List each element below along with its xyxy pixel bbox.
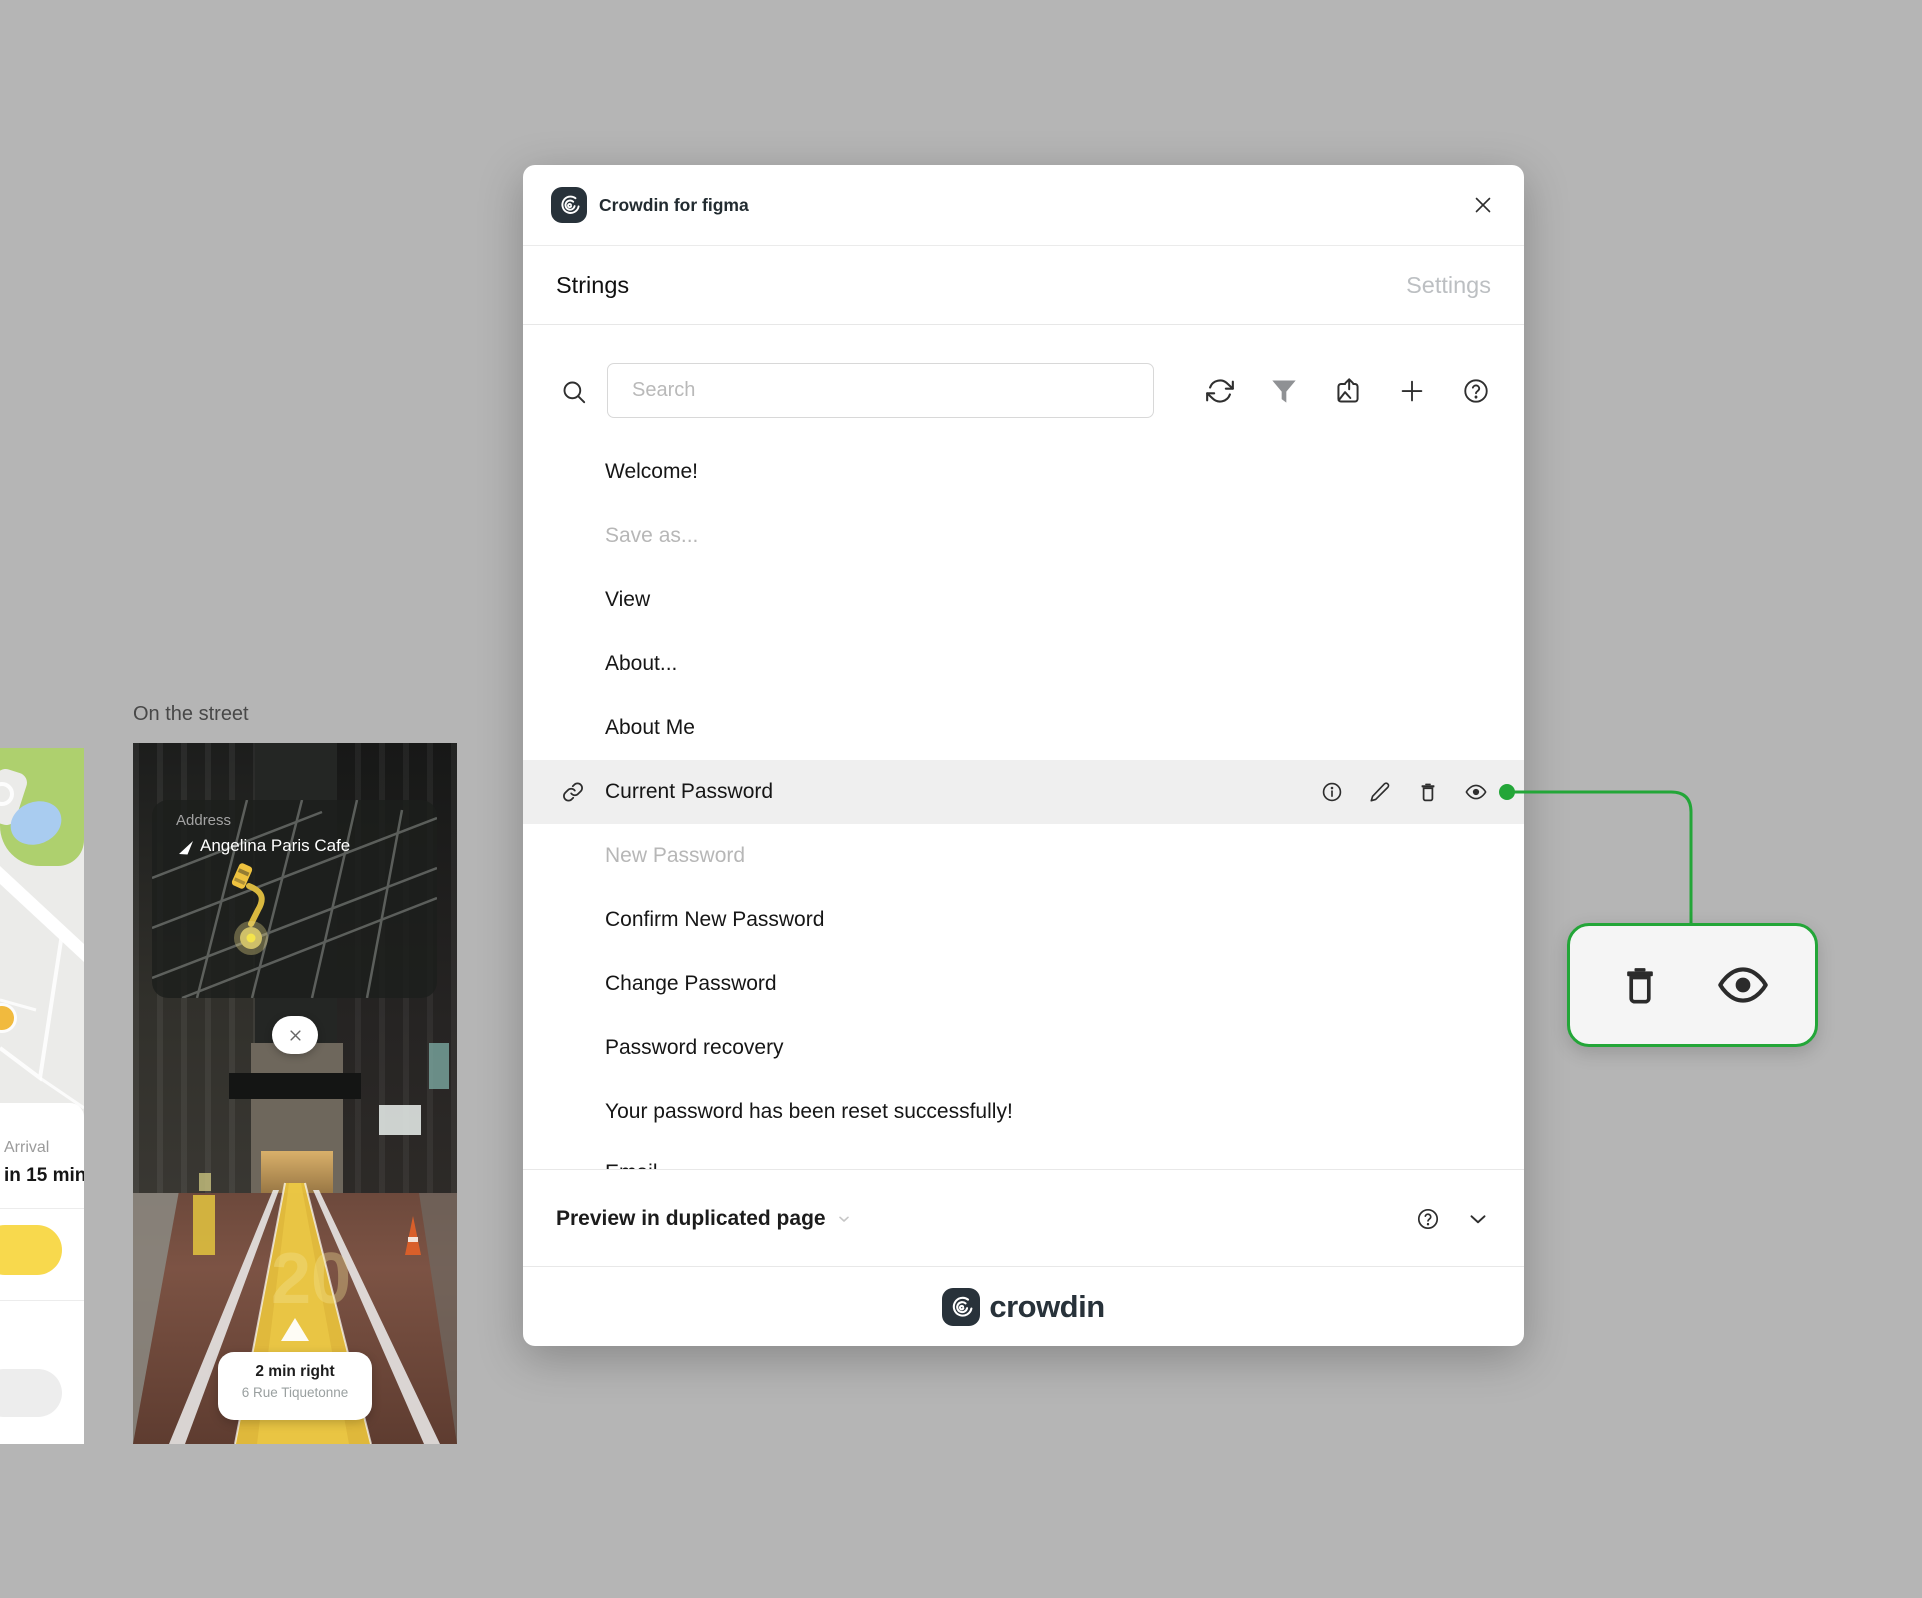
string-label: Confirm New Password xyxy=(605,908,825,931)
string-label: About Me xyxy=(605,716,695,739)
divider xyxy=(0,1208,84,1209)
filter-icon xyxy=(1272,380,1296,403)
string-label: Welcome! xyxy=(605,460,698,483)
search-icon xyxy=(560,378,587,410)
street-frame: 20 Address Angelina Paris Cafe 2 min rig… xyxy=(133,743,457,1444)
help-button[interactable] xyxy=(1460,375,1492,407)
close-icon xyxy=(289,1029,301,1041)
plus-icon xyxy=(1401,380,1423,402)
info-icon xyxy=(1322,782,1342,802)
add-string-button[interactable] xyxy=(1396,375,1428,407)
preview-toggle[interactable]: Preview in duplicated page xyxy=(556,1170,852,1268)
tab-strings[interactable]: Strings xyxy=(556,246,629,325)
help-icon xyxy=(1464,379,1488,403)
navigation-arrow-icon xyxy=(178,840,194,861)
map-frame: Arrival in 15 min xyxy=(0,748,84,1444)
list-item[interactable]: Change Password xyxy=(523,952,1524,1016)
string-label: New Password xyxy=(605,844,746,867)
list-item[interactable]: View xyxy=(523,568,1524,632)
plugin-title: Crowdin for figma xyxy=(599,195,749,215)
plugin-tabs: Strings Settings xyxy=(523,246,1524,325)
filter-button[interactable] xyxy=(1268,375,1300,407)
link-icon xyxy=(562,781,584,803)
crowdin-wordmark: crowdin xyxy=(989,1288,1105,1324)
string-label: Change Password xyxy=(605,972,777,995)
help-icon xyxy=(1417,1208,1439,1230)
delete-button[interactable] xyxy=(1417,781,1439,803)
tab-settings[interactable]: Settings xyxy=(1406,246,1491,325)
string-label: View xyxy=(605,588,651,611)
string-label: Current Password xyxy=(605,780,774,803)
arrival-card: Arrival in 15 min xyxy=(0,1103,84,1444)
list-item[interactable]: Confirm New Password xyxy=(523,888,1524,952)
pencil-icon xyxy=(1370,782,1390,802)
direction-subtitle: 6 Rue Tiquetonne xyxy=(241,1385,349,1400)
eye-icon xyxy=(1465,784,1487,800)
frame-title[interactable]: On the street xyxy=(133,703,249,726)
traffic-cone-band xyxy=(408,1237,418,1242)
delete-button[interactable] xyxy=(1617,962,1663,1008)
minimap-grid xyxy=(152,800,437,998)
ar-distance-number: 20 xyxy=(271,1239,351,1319)
export-image-button[interactable] xyxy=(1332,375,1364,407)
chevron-down-icon xyxy=(1470,1215,1486,1224)
sync-button[interactable] xyxy=(1204,375,1236,407)
string-label: Email xyxy=(605,1161,658,1169)
list-item[interactable]: Welcome! xyxy=(523,440,1524,504)
list-item[interactable]: Email xyxy=(523,1144,1524,1169)
direction-card: 2 min right 6 Rue Tiquetonne xyxy=(218,1352,372,1420)
edit-button[interactable] xyxy=(1369,781,1391,803)
list-item[interactable]: About... xyxy=(523,632,1524,696)
search-input[interactable] xyxy=(607,363,1154,418)
preview-button[interactable] xyxy=(1717,959,1769,1011)
chevron-down-icon xyxy=(836,1211,852,1227)
strings-list: Welcome! Save as... View About... About … xyxy=(523,440,1524,1169)
close-icon xyxy=(1475,197,1491,213)
info-button[interactable] xyxy=(1321,781,1343,803)
export-image-icon xyxy=(1337,378,1359,403)
sync-icon xyxy=(1206,379,1234,403)
string-actions-popup xyxy=(1567,923,1818,1047)
list-item[interactable]: About Me xyxy=(523,696,1524,760)
list-item[interactable]: Your password has been reset successfull… xyxy=(523,1080,1524,1144)
crowdin-logo-icon xyxy=(942,1287,981,1326)
close-plugin-button[interactable] xyxy=(1466,188,1500,222)
list-item[interactable]: Password recovery xyxy=(523,1016,1524,1080)
route-line xyxy=(246,883,265,927)
collapse-panel-button[interactable] xyxy=(1465,1206,1491,1232)
close-ar-button[interactable] xyxy=(272,1016,318,1054)
arrival-label: Arrival xyxy=(4,1139,50,1156)
row-actions xyxy=(1321,760,1487,824)
preview-button[interactable] xyxy=(1465,781,1487,803)
traffic-cone xyxy=(405,1216,421,1255)
string-label: About... xyxy=(605,652,678,675)
primary-action-button[interactable] xyxy=(0,1225,62,1275)
trash-icon xyxy=(1626,968,1653,1004)
string-label: Your password has been reset successfull… xyxy=(605,1100,1013,1123)
footer-help-button[interactable] xyxy=(1416,1207,1440,1231)
secondary-action-button[interactable] xyxy=(0,1369,62,1417)
trash-icon xyxy=(1421,783,1435,802)
crowdin-plugin-window: Crowdin for figma Strings Settings Searc… xyxy=(523,165,1524,1346)
address-map-card: Address Angelina Paris Cafe xyxy=(152,800,437,998)
crowdin-logo-icon xyxy=(551,187,587,223)
list-item[interactable]: Current Password xyxy=(523,760,1524,824)
list-item[interactable]: New Password xyxy=(523,824,1524,888)
address-label: Address xyxy=(176,812,232,829)
plugin-footer: Preview in duplicated page xyxy=(523,1169,1524,1267)
arrival-time: in 15 min xyxy=(4,1165,84,1186)
plugin-header: Crowdin for figma xyxy=(523,165,1524,246)
figma-canvas: Arrival in 15 min On the street 20 Addre… xyxy=(0,0,1922,1598)
destination-marker-dot xyxy=(246,933,256,943)
divider xyxy=(0,1300,84,1301)
crowdin-brand: crowdin xyxy=(523,1267,1524,1346)
string-label: Save as... xyxy=(605,524,699,547)
preview-label: Preview in duplicated page xyxy=(556,1207,826,1230)
address-value: Angelina Paris Cafe xyxy=(200,836,351,855)
eye-icon xyxy=(1717,967,1768,1003)
string-label: Password recovery xyxy=(605,1036,784,1059)
direction-title: 2 min right xyxy=(255,1363,335,1380)
list-item[interactable]: Save as... xyxy=(523,504,1524,568)
